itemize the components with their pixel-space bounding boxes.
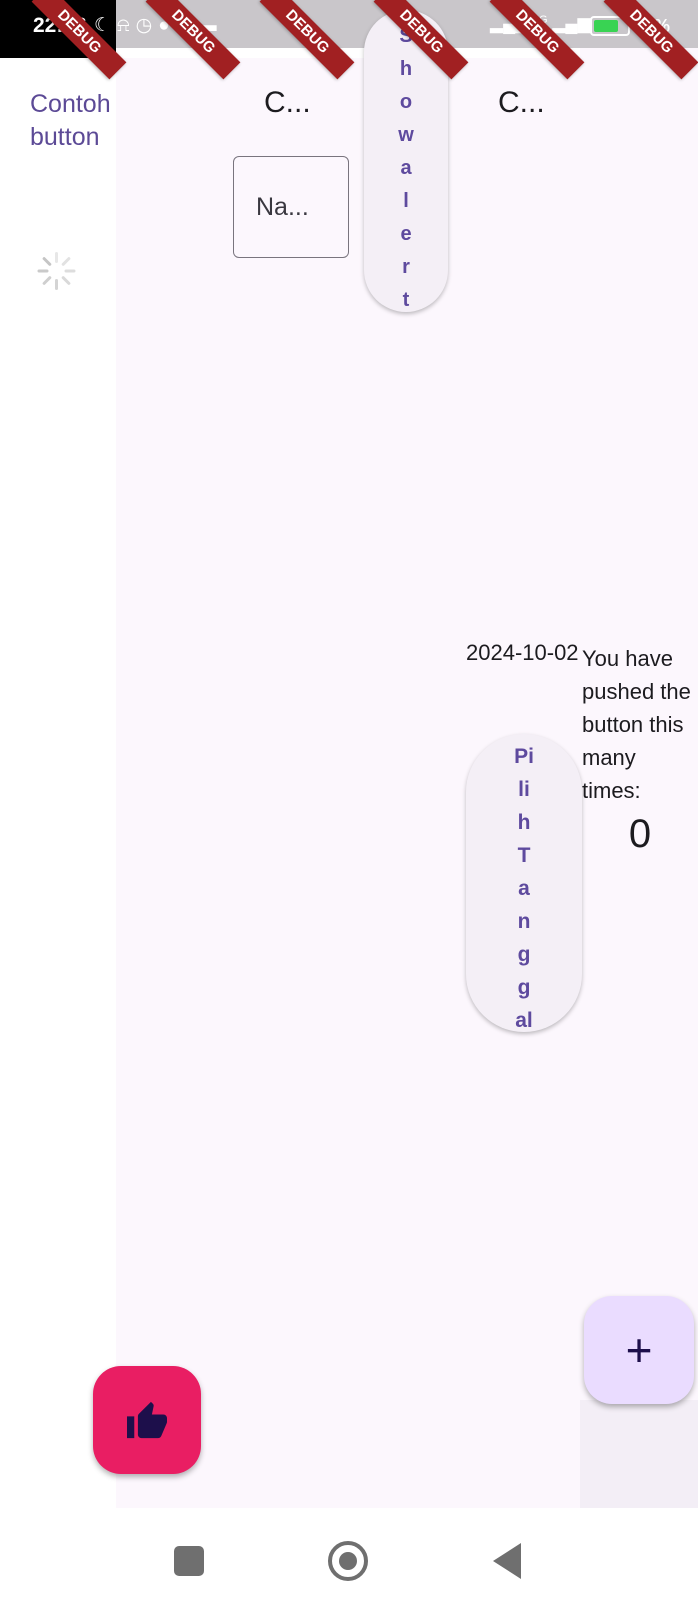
show-alert-letter: a [400,157,412,179]
loading-spinner-icon [37,252,76,290]
pick-date-letter: a [518,877,530,900]
pick-date-letter: n [517,910,531,933]
alarm-icon: ◷ [135,15,159,36]
recent-apps-icon[interactable] [174,1546,204,1576]
selected-date: 2024-10-02 [466,640,579,665]
app-screen: 22:36 ☾⍾◷●⬆▬ ▂▄▆ 4G ▂▄▆ 76% Contoh butto… [0,0,698,1600]
pick-date-letter: li [518,778,530,801]
counter-value: 0 [628,812,652,856]
pick-date-letter: Pi [514,745,534,768]
name-input[interactable]: Na... [233,156,349,258]
right-column-footer [580,1400,698,1508]
pick-date-letter: al [515,1009,533,1032]
name-input-label: Na... [256,193,309,221]
thumb-up-icon [127,1401,167,1439]
signal-icon: ▂▄▆ [552,14,591,33]
spinner-spoke [55,279,58,290]
battery-level [594,20,619,32]
show-alert-letter: o [399,91,413,113]
pick-date-letter: g [517,943,531,966]
increment-fab-button[interactable]: + [584,1296,694,1404]
pick-date-letter: g [517,976,531,999]
back-icon[interactable] [493,1543,521,1579]
show-alert-letter: w [398,124,414,146]
show-alert-letter: t [402,289,410,311]
truncated-text-2: C... [498,86,545,119]
spinner-spoke [42,256,52,267]
pick-date-letter: h [517,811,531,834]
pick-date-button[interactable]: Pi li h Ta n g g al [466,734,582,1032]
like-fab-button[interactable] [93,1366,201,1474]
plus-icon: + [625,1324,653,1376]
show-alert-letter: h [399,58,413,80]
spinner-spoke [42,275,52,286]
spinner-spoke [55,252,58,263]
spinner-spoke [64,269,76,273]
show-alert-letter: e [400,223,412,245]
show-alert-letter: l [403,190,409,212]
spinner-spoke [61,275,71,286]
truncated-text-1: C... [264,86,311,119]
pick-date-letter: T [517,844,531,867]
bell-off-icon: ⍾ [117,15,136,36]
contoh-text-button[interactable]: Contoh button [30,88,111,154]
spinner-spoke [37,269,49,273]
counter-label: You have pushed the button this many tim… [582,646,691,803]
spinner-spoke [61,256,71,267]
system-navigation-bar [0,1508,698,1600]
show-alert-letter: r [402,256,410,278]
home-icon[interactable] [328,1541,368,1581]
